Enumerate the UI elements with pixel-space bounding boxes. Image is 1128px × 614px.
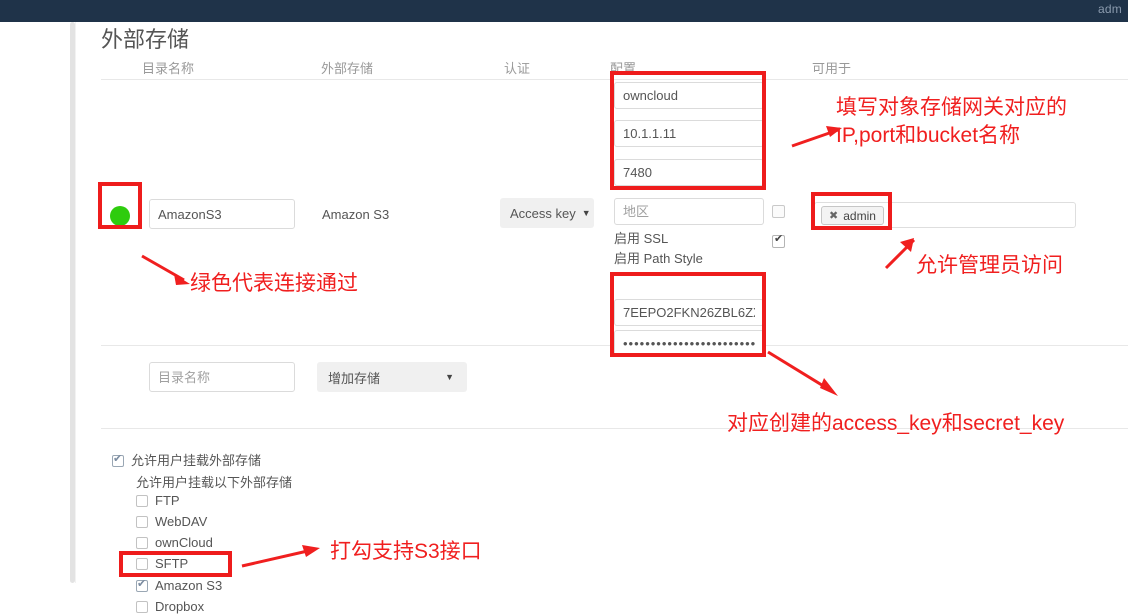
config-enable-ssl-checkbox[interactable] xyxy=(772,233,785,248)
user-mount-option-webdav[interactable]: WebDAV xyxy=(136,514,207,529)
available-for-admin-tag[interactable]: ✖ admin xyxy=(821,206,884,225)
table-header-divider xyxy=(101,79,1128,80)
checkbox-icon[interactable] xyxy=(136,601,148,613)
config-secret-key-input[interactable] xyxy=(614,330,764,357)
column-header-folder-name: 目录名称 xyxy=(142,61,195,76)
annotation-text-s3: 打勾支持S3接口 xyxy=(330,540,482,563)
checkbox-icon[interactable] xyxy=(112,452,124,467)
config-enable-path-style-label: 启用 Path Style xyxy=(614,251,703,266)
checkbox-icon[interactable] xyxy=(136,577,148,592)
user-mount-option-sftp[interactable]: SFTP xyxy=(136,556,188,571)
add-storage-label: 增加存储 xyxy=(328,370,381,386)
storage-backend-label: Amazon S3 xyxy=(322,207,390,222)
config-region-checkbox[interactable] xyxy=(772,205,785,218)
column-header-authentication: 认证 xyxy=(504,61,531,76)
annotation-text-configuration-line1: 填写对象存储网关对应的 xyxy=(836,96,1067,119)
authentication-select-label: Access key xyxy=(510,205,576,221)
config-access-key-input[interactable] xyxy=(614,299,764,326)
page-title: 外部存储 xyxy=(101,27,190,52)
add-storage-select[interactable]: 增加存储 ▼ xyxy=(317,362,467,392)
annotation-text-status-dot: 绿色代表连接通过 xyxy=(190,272,358,295)
connection-status-indicator xyxy=(110,206,130,226)
user-mount-option-label: ownCloud xyxy=(155,535,213,550)
column-header-external-storage: 外部存储 xyxy=(321,61,374,76)
authentication-select[interactable]: Access key ▼ xyxy=(500,198,594,228)
chevron-down-icon: ▼ xyxy=(581,208,591,218)
checkbox-icon[interactable] xyxy=(136,537,148,549)
top-navigation-bar: adm xyxy=(0,0,1128,22)
column-header-configuration: 配置 xyxy=(610,61,637,76)
close-icon[interactable]: ✖ xyxy=(829,209,838,222)
annotation-text-keys: 对应创建的access_key和secret_key xyxy=(727,412,1065,435)
checkbox-icon[interactable] xyxy=(136,495,148,507)
config-enable-ssl-label: 启用 SSL xyxy=(614,231,669,246)
user-mount-option-label: Dropbox xyxy=(155,599,205,614)
current-user-label[interactable]: adm xyxy=(1098,2,1122,16)
user-mount-option-amazon-s3[interactable]: Amazon S3 xyxy=(136,577,223,593)
annotation-text-admin: 允许管理员访问 xyxy=(916,254,1063,277)
checkbox-icon[interactable] xyxy=(136,516,148,528)
config-region-input[interactable] xyxy=(614,198,764,225)
user-mount-option-owncloud[interactable]: ownCloud xyxy=(136,535,213,550)
allow-user-mounts-checkbox-row[interactable]: 允许用户挂载外部存储 xyxy=(112,450,261,469)
available-for-admin-label: admin xyxy=(843,208,876,223)
allow-user-mounts-label: 允许用户挂载外部存储 xyxy=(131,453,262,468)
mount-name-input[interactable] xyxy=(149,199,295,229)
new-folder-name-input[interactable] xyxy=(149,362,295,392)
user-mount-option-label: FTP xyxy=(155,493,180,508)
left-sidebar-area xyxy=(0,22,70,583)
config-hostname-input[interactable] xyxy=(614,120,764,147)
user-mount-option-dropbox[interactable]: Dropbox xyxy=(136,599,204,614)
annotation-text-configuration: 填写对象存储网关对应的 IP,port和bucket名称 xyxy=(836,94,1067,150)
user-mount-option-label: WebDAV xyxy=(155,514,208,529)
user-mount-option-ftp[interactable]: FTP xyxy=(136,493,180,508)
column-header-available-for: 可用于 xyxy=(812,61,852,76)
config-bucket-input[interactable] xyxy=(614,82,764,109)
annotation-text-configuration-line2: IP,port和bucket名称 xyxy=(836,124,1021,147)
user-mount-option-label: Amazon S3 xyxy=(155,578,223,593)
checkbox-icon[interactable] xyxy=(136,558,148,570)
chevron-down-icon: ▼ xyxy=(445,372,454,382)
user-mount-option-label: SFTP xyxy=(155,556,189,571)
config-port-input[interactable] xyxy=(614,159,764,186)
allow-following-mounts-label: 允许用户挂载以下外部存储 xyxy=(136,475,293,490)
